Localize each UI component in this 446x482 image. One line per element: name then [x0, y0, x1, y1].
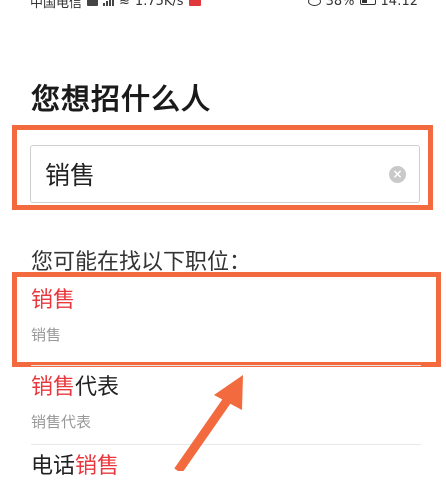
status-right: 38% 14:12	[307, 0, 418, 9]
suggestion-suffix: 代表	[75, 375, 120, 400]
suggestion-match: 销售	[31, 288, 76, 313]
wifi-icon: ≋	[119, 0, 130, 9]
divider	[31, 365, 421, 366]
clock: 14:12	[380, 0, 418, 9]
signal-icon	[103, 0, 115, 6]
hd-icon	[87, 0, 99, 6]
status-left: 中国电信 ≋ 1.75K/s	[30, 0, 201, 11]
divider	[31, 444, 421, 445]
battery-percent: 38%	[325, 0, 355, 9]
suggestion-item[interactable]: 销售代表 销售代表	[31, 373, 421, 433]
suggestion-title: 销售代表	[31, 373, 421, 403]
notification-badge-icon	[188, 0, 201, 6]
suggestion-match: 销售	[75, 454, 120, 479]
suggestion-title: 销售	[31, 286, 421, 316]
suggestion-subtitle: 销售	[31, 326, 62, 344]
network-speed: 1.75K/s	[134, 0, 184, 9]
clear-icon[interactable]: ×	[389, 166, 406, 183]
suggestion-match: 销售	[31, 375, 76, 400]
page-title: 您想招什么人	[31, 82, 212, 116]
suggestion-subtitle: 销售代表	[31, 413, 92, 431]
eye-comfort-icon	[307, 0, 321, 6]
search-box[interactable]: ×	[30, 145, 420, 203]
status-bar: 中国电信 ≋ 1.75K/s 38% 14:12	[0, 0, 446, 12]
suggestion-item[interactable]: 销售 销售	[31, 286, 421, 346]
suggestion-prefix: 电话	[31, 454, 76, 479]
carrier-label: 中国电信	[30, 0, 83, 11]
suggestion-title: 电话销售	[31, 452, 421, 482]
battery-icon	[359, 0, 376, 5]
suggestion-item[interactable]: 电话销售	[31, 452, 421, 482]
search-input[interactable]	[45, 154, 375, 194]
